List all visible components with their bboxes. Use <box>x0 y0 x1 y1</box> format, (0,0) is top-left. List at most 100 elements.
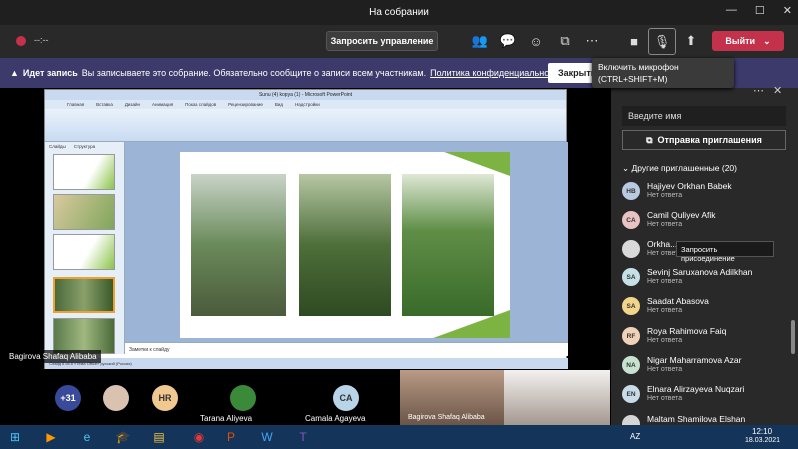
participant-video <box>504 370 610 425</box>
list-item[interactable]: NA Nigar Maharramova Azar Нет ответа <box>622 354 792 378</box>
invite-button[interactable]: ⧉ Отправка приглашения <box>622 130 786 150</box>
chat-icon[interactable]: 💬 <box>498 31 518 51</box>
slide-thumb[interactable] <box>53 194 115 230</box>
list-item[interactable]: HB Hajiyev Orkhan Babek Нет ответа <box>622 180 792 204</box>
media-player-icon[interactable]: ▶ <box>40 427 62 447</box>
person-status: Нет ответа <box>647 278 683 285</box>
person-name: Hajiyev Orkhan Babek <box>647 181 732 191</box>
leave-button[interactable]: Выйти ⌄ <box>712 31 784 51</box>
start-icon[interactable]: ⊞ <box>4 427 26 447</box>
leave-label: Выйти <box>725 36 756 46</box>
list-header[interactable]: ⌄ Другие приглашенные (20) <box>622 163 737 174</box>
pane-tab-outline[interactable]: Структура <box>74 144 95 149</box>
person-status: Нет ответа <box>647 366 683 373</box>
person-name: Camil Quliyev Afik <box>647 210 716 220</box>
ppt-tab[interactable]: Вид <box>275 102 283 107</box>
list-header-label: Другие приглашенные (20) <box>631 163 737 173</box>
list-item[interactable]: SA Sevinj Saruxanova Adilkhan Нет ответа <box>622 266 792 290</box>
warning-icon: ▲ <box>10 68 19 78</box>
folder-icon[interactable]: ▤ <box>148 427 170 447</box>
participants-icon[interactable]: 👥 <box>470 31 490 51</box>
ppt-tab[interactable]: Рецензирование <box>228 102 263 107</box>
maximize-button[interactable]: ☐ <box>755 4 765 17</box>
ppt-ribbon-tabs: Главная Вставка Дизайн Анимация Показ сл… <box>45 100 566 109</box>
request-control-button[interactable]: Запросить управление <box>326 31 438 51</box>
avatar <box>103 385 129 411</box>
more-icon[interactable]: ⋯ <box>753 84 764 97</box>
pane-tab-slides[interactable]: Слайды <box>49 144 66 149</box>
ppt-title: Sunu (4) kopya (1) - Microsoft PowerPoin… <box>45 90 566 100</box>
ppt-tab[interactable]: Показ слайдов <box>185 102 216 107</box>
banner-label: Идет запись <box>22 68 78 78</box>
app-icon[interactable]: 🎓 <box>112 427 134 447</box>
list-item[interactable]: EN Elnara Alirzayeva Nuqzari Нет ответа <box>622 383 792 407</box>
person-name: Elnara Alirzayeva Nuqzari <box>647 384 745 394</box>
privacy-link[interactable]: Политика конфиденциальности <box>430 68 563 78</box>
chrome-icon[interactable]: ◉ <box>188 427 210 447</box>
camera-icon[interactable]: ■ <box>624 31 644 51</box>
avatar <box>230 385 256 411</box>
participant-name: Tarana Aliyeva <box>200 414 253 423</box>
list-item[interactable]: SA Saadat Abasova Нет ответа <box>622 295 792 319</box>
avatar <box>622 240 640 258</box>
current-slide[interactable] <box>180 152 510 338</box>
participant-video: Bagirova Shafaq Alibaba <box>400 370 504 425</box>
participant-name: Bagirova Shafaq Alibaba <box>408 414 485 421</box>
ppt-tab[interactable]: Главная <box>67 102 84 107</box>
person-name: Nigar Maharramova Azar <box>647 355 742 365</box>
avatar <box>622 415 640 425</box>
close-window-button[interactable]: ✕ <box>783 4 792 17</box>
more-icon[interactable]: ⋯ <box>582 31 602 51</box>
ppt-tab[interactable]: Вставка <box>96 102 113 107</box>
slide-photo-2 <box>299 174 391 316</box>
reactions-icon[interactable]: ☺ <box>526 31 546 51</box>
person-status: Нет ответа <box>647 337 683 344</box>
microphone-muted-icon[interactable]: 🎙 <box>648 28 676 55</box>
person-name: Roya Rahimova Faiq <box>647 326 727 336</box>
clock-date: 18.03.2021 <box>745 437 781 444</box>
recording-icon <box>16 36 26 46</box>
taskbar: ⊞ ▶ e 🎓 ▤ ◉ P W T AZ 12:10 18.03.2021 <box>0 425 798 449</box>
banner-close-button[interactable]: Закрыть <box>548 63 596 83</box>
slide-thumb[interactable] <box>53 318 115 354</box>
person-name: Orkha... <box>647 239 678 249</box>
list-item[interactable]: RF Roya Rahimova Faiq Нет ответа <box>622 325 792 349</box>
rooms-icon[interactable]: ⧉ <box>555 31 575 51</box>
tooltip-line1: Включить микрофон <box>598 62 679 72</box>
search-input[interactable]: Введите имя <box>622 106 786 126</box>
share-icon[interactable]: ⬆ <box>681 31 701 51</box>
slide-edit-area <box>125 142 568 342</box>
clock-time: 12:10 <box>752 427 773 436</box>
list-item[interactable]: Maltam Shamilova Elshan <box>622 413 792 425</box>
ppt-tab[interactable]: Анимация <box>152 102 173 107</box>
meeting-timer: --:-- <box>34 35 49 45</box>
minimize-button[interactable]: — <box>726 4 737 17</box>
ppt-tab[interactable]: Дизайн <box>125 102 140 107</box>
window-title: На собрании <box>369 7 429 18</box>
close-icon[interactable]: ✕ <box>773 84 782 97</box>
person-status: Нет ответа <box>647 192 683 199</box>
ppt-tab[interactable]: Надстройки <box>295 102 320 107</box>
slide-thumb[interactable] <box>53 234 115 270</box>
meeting-toolbar: --:-- Запросить управление 👥 💬 ☺ ⧉ ⋯ ■ 🎙… <box>0 25 798 58</box>
title-bar: На собрании — ☐ ✕ <box>0 0 798 25</box>
banner-text: Вы записываете это собрание. Обязательно… <box>81 68 427 78</box>
slide-thumb[interactable] <box>53 154 115 190</box>
teams-icon[interactable]: T <box>292 427 314 447</box>
list-item[interactable]: CA Camil Quliyev Afik Нет ответа <box>622 209 792 233</box>
powerpoint-icon[interactable]: P <box>220 427 242 447</box>
avatar: HR <box>152 385 178 411</box>
language-indicator[interactable]: AZ <box>630 432 640 441</box>
avatar: NA <box>622 356 640 374</box>
slide-notes[interactable]: Заметки к слайду <box>125 342 568 356</box>
slide-thumb-selected[interactable] <box>53 277 115 313</box>
more-participants-badge[interactable]: +31 <box>55 385 81 411</box>
word-icon[interactable]: W <box>256 427 278 447</box>
scrollbar[interactable] <box>791 320 795 354</box>
chevron-down-icon[interactable]: ⌄ <box>763 36 771 47</box>
person-name: Maltam Shamilova Elshan <box>647 414 746 424</box>
ask-to-join-tooltip[interactable]: Запросить присоединение <box>676 241 774 263</box>
person-status: Нет ответа <box>647 395 683 402</box>
slide-photo-1 <box>191 174 286 316</box>
ie-icon[interactable]: e <box>76 427 98 447</box>
